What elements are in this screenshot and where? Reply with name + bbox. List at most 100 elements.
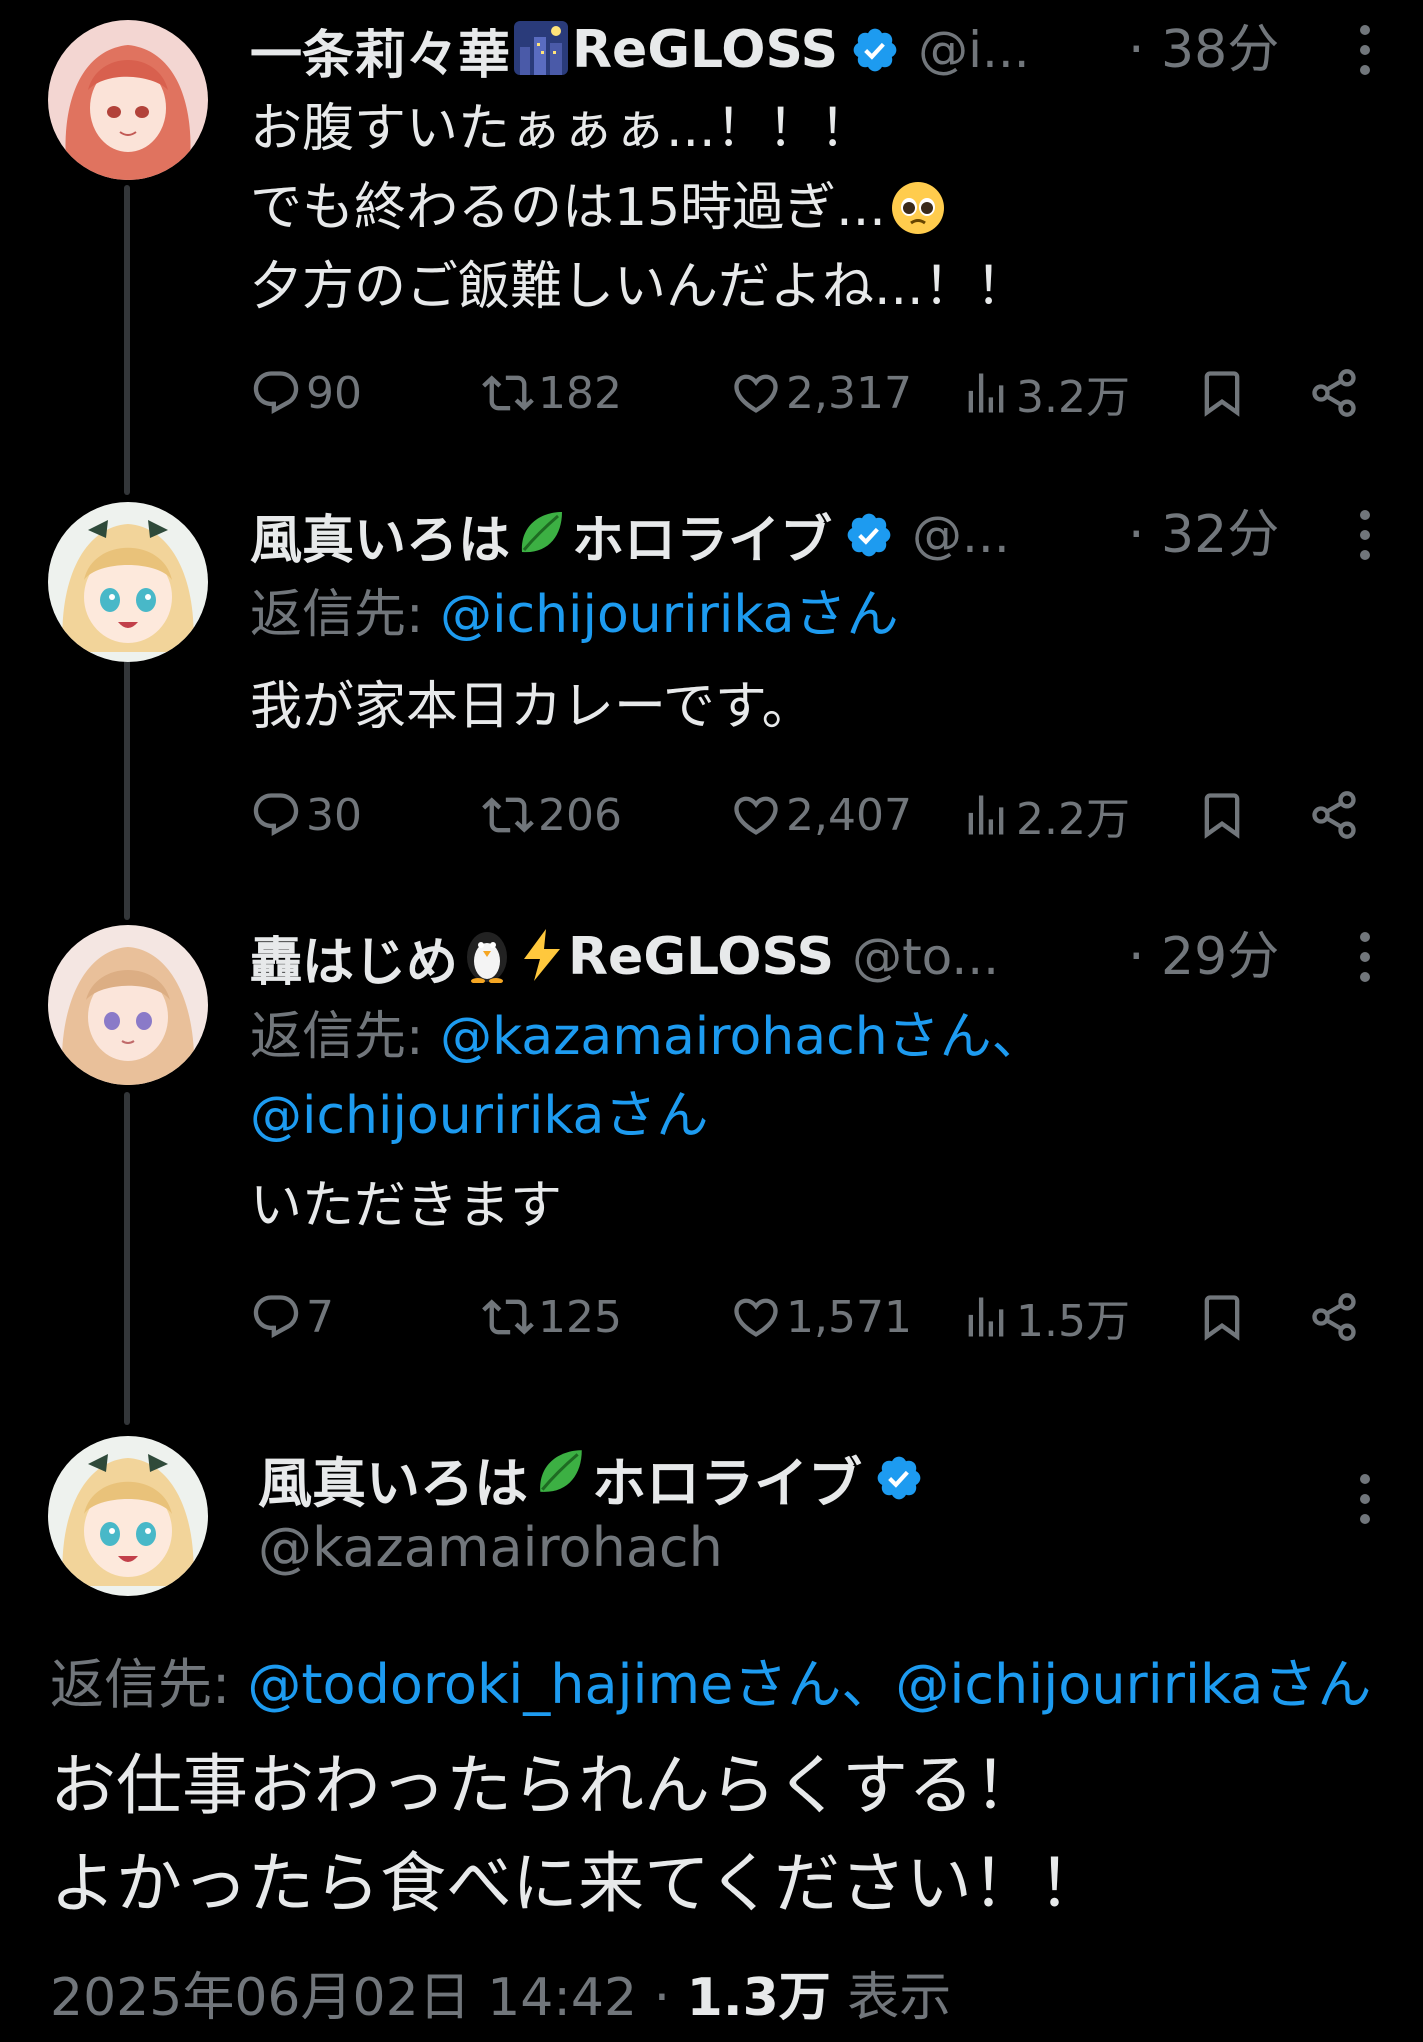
- handle[interactable]: @kazamairohach: [258, 1516, 723, 1579]
- share-icon[interactable]: [1308, 367, 1360, 419]
- retweet-icon: [482, 367, 534, 419]
- views-button[interactable]: 1.5万: [960, 1282, 1130, 1352]
- bookmark-icon[interactable]: [1196, 1291, 1248, 1343]
- like-count: 2,317: [786, 367, 912, 419]
- display-name-suffix[interactable]: ホロライブ: [572, 498, 832, 573]
- display-name[interactable]: 一条莉々華: [250, 13, 510, 88]
- mention-separator: 、: [841, 1653, 896, 1716]
- more-icon[interactable]: [1355, 15, 1375, 85]
- verified-badge-icon: [874, 1453, 924, 1503]
- retweet-count: 182: [538, 367, 622, 419]
- views-button[interactable]: 2.2万: [960, 780, 1130, 850]
- display-name-suffix[interactable]: ホロライブ: [592, 1439, 862, 1518]
- like-icon: [730, 367, 782, 419]
- avatar[interactable]: [48, 1436, 208, 1596]
- reply-to-line: @ichijouririkaさん: [250, 1077, 708, 1156]
- mention-link[interactable]: @ichijouririkaさん: [250, 1086, 708, 1146]
- verified-badge-icon: [850, 25, 900, 75]
- tweet-meta: 2025年06月02日 14:42 · 1.3万 表示: [50, 1955, 951, 2030]
- views-count: 2.2万: [1016, 794, 1130, 845]
- avatar[interactable]: [48, 925, 208, 1085]
- tweet-header: 轟はじめ ReGLOSS @to...: [250, 920, 999, 995]
- reply-button[interactable]: 90: [250, 358, 362, 428]
- like-icon: [730, 789, 782, 841]
- reply-count: 7: [306, 1291, 334, 1343]
- display-name[interactable]: 風真いろは: [258, 1439, 528, 1518]
- share-icon[interactable]: [1308, 1291, 1360, 1343]
- retweet-button[interactable]: 206: [482, 780, 622, 850]
- share-icon[interactable]: [1308, 789, 1360, 841]
- handle[interactable]: @i...: [918, 21, 1028, 79]
- action-bar: 30 206 2,407 2.2万: [250, 780, 1370, 850]
- retweet-button[interactable]: 125: [482, 1282, 622, 1352]
- mention-link[interactable]: @kazamairohachさん、: [440, 1007, 1044, 1067]
- tweet-text-line: でも終わるのは15時過ぎ...: [250, 169, 950, 251]
- tweet-text-line: お腹すいたぁぁぁ...！！！: [250, 99, 872, 159]
- tweet-text-line: 夕方のご飯難しいんだよね...！！: [250, 257, 1028, 317]
- views-count: 3.2万: [1016, 372, 1130, 423]
- reply-to-line: 返信先: @todoroki_hajimeさん、@ichijouririkaさん: [50, 1640, 1371, 1719]
- reply-to-line: 返信先: @ichijouririkaさん: [250, 576, 898, 655]
- thread-line: [124, 185, 130, 495]
- more-icon[interactable]: [1355, 922, 1375, 992]
- reply-to-label: 返信先:: [250, 1007, 441, 1067]
- handle[interactable]: @to...: [852, 928, 999, 986]
- mention-link[interactable]: @todoroki_hajimeさん: [247, 1653, 841, 1716]
- mention-link[interactable]: @ichijouririkaさん: [895, 1653, 1371, 1716]
- tweet-text-line: よかったら食べに来てください！！: [50, 1845, 1105, 1922]
- tweet-text: 我が家本日カレーです。: [250, 677, 814, 737]
- leaf-emoji-icon: [532, 1444, 588, 1513]
- tweet-header: 一条莉々華 ReGLOSS @i...: [250, 13, 1028, 88]
- display-name[interactable]: 風真いろは: [250, 498, 510, 573]
- verified-badge-icon: [844, 510, 894, 560]
- views-count: 1.3万: [686, 1968, 831, 2028]
- like-button[interactable]: 2,317: [730, 358, 912, 428]
- lightning-emoji-icon: [520, 927, 564, 987]
- views-icon: [960, 367, 1012, 419]
- avatar[interactable]: [48, 20, 208, 180]
- mention-link[interactable]: @ichijouririkaさん: [440, 585, 898, 645]
- tweet-header: 風真いろは ホロライブ @...: [250, 498, 1010, 573]
- retweet-icon: [482, 789, 534, 841]
- bookmark-icon[interactable]: [1196, 789, 1248, 841]
- retweet-button[interactable]: 182: [482, 358, 622, 428]
- views-label: 表示: [830, 1968, 952, 2028]
- retweet-icon: [482, 1291, 534, 1343]
- handle[interactable]: @...: [912, 506, 1010, 564]
- timestamp[interactable]: · 38分: [1128, 15, 1279, 85]
- more-icon[interactable]: [1355, 1464, 1375, 1534]
- like-button[interactable]: 1,571: [730, 1282, 912, 1352]
- reply-to-line: 返信先: @kazamairohachさん、: [250, 998, 1044, 1077]
- night-city-emoji-icon: [514, 21, 569, 79]
- thread-line: [124, 1092, 130, 1425]
- display-name-suffix[interactable]: ReGLOSS: [568, 927, 834, 987]
- like-count: 1,571: [786, 1291, 912, 1343]
- bookmark-icon[interactable]: [1196, 367, 1248, 419]
- views-icon: [960, 1291, 1012, 1343]
- display-name[interactable]: 轟はじめ: [250, 920, 458, 995]
- penguin-emoji-icon: [462, 927, 512, 987]
- reply-button[interactable]: 30: [250, 780, 362, 850]
- like-icon: [730, 1291, 782, 1343]
- avatar[interactable]: [48, 502, 208, 662]
- reply-icon: [250, 789, 302, 841]
- reply-count: 30: [306, 789, 362, 841]
- timestamp[interactable]: · 29分: [1128, 922, 1279, 992]
- pleading-face-emoji-icon: [890, 172, 946, 251]
- display-name-suffix[interactable]: ReGLOSS: [572, 20, 838, 80]
- tweet-text-line: お仕事おわったられんらくする！: [50, 1747, 1040, 1824]
- like-button[interactable]: 2,407: [730, 780, 912, 850]
- views-button[interactable]: 3.2万: [960, 358, 1130, 428]
- retweet-count: 206: [538, 789, 622, 841]
- more-icon[interactable]: [1355, 500, 1375, 570]
- post-date[interactable]: 2025年06月02日 14:42 ·: [50, 1968, 687, 2028]
- main-tweet-header: 風真いろは ホロライブ: [258, 1440, 924, 1516]
- reply-icon: [250, 1291, 302, 1343]
- leaf-emoji-icon: [514, 506, 568, 564]
- retweet-count: 125: [538, 1291, 622, 1343]
- action-bar: 90 182 2,317 3.2万: [250, 358, 1370, 428]
- views-icon: [960, 789, 1012, 841]
- timestamp[interactable]: · 32分: [1128, 500, 1279, 570]
- reply-button[interactable]: 7: [250, 1282, 334, 1352]
- reply-to-label: 返信先:: [50, 1653, 248, 1716]
